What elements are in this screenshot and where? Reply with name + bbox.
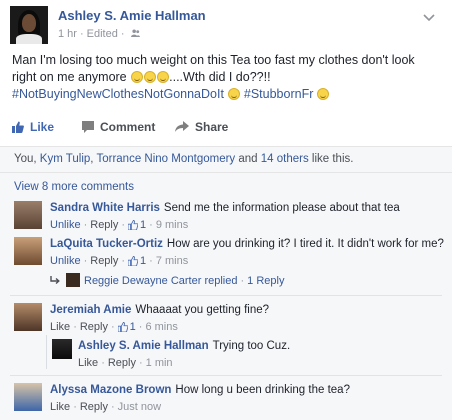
- likes-summary: You, Kym Tulip, Torrance Nino Montgomery…: [0, 146, 452, 172]
- post-hashtags: #NotBuyingNewClothesNotGonnaDoIt #Stubbo…: [12, 86, 442, 103]
- comment-like-count[interactable]: 1: [130, 321, 136, 333]
- commenter-name[interactable]: Sandra White Harris: [50, 202, 160, 214]
- chevron-down-icon[interactable]: [422, 12, 436, 22]
- unlike-link[interactable]: Unlike: [50, 219, 81, 231]
- emoji-grin-icon: [143, 71, 156, 83]
- comment-like-count[interactable]: 1: [140, 219, 146, 231]
- like-link[interactable]: Like: [78, 357, 98, 369]
- commenter-avatar[interactable]: [14, 303, 42, 331]
- reply-link[interactable]: Reply: [108, 357, 136, 369]
- comment-actions: Unlike · Reply · 1 · 7 mins: [50, 255, 189, 267]
- post-text-line1: Man I'm losing too much weight on this T…: [12, 53, 415, 67]
- emoji-grin-icon: [156, 71, 169, 83]
- post-header: Ashley S. Amie Hallman 1 hr · Edited ·: [10, 6, 442, 46]
- post-action-bar: Like Comment Share: [12, 120, 432, 140]
- facebook-post-card: Ashley S. Amie Hallman 1 hr · Edited · Man …: [0, 0, 452, 420]
- post-timestamp[interactable]: 1 hr: [58, 28, 77, 40]
- commenter-avatar[interactable]: [14, 383, 42, 411]
- comments-section: View 8 more comments Sandra White Harris…: [0, 172, 452, 420]
- commenter-avatar[interactable]: [52, 339, 72, 359]
- like-button[interactable]: Like: [12, 120, 54, 134]
- liker-link[interactable]: Kym Tulip: [40, 153, 91, 165]
- reply-arrow-icon: [50, 276, 60, 284]
- comment-text: How are you drinking it? I tired it. It …: [166, 238, 444, 250]
- comment-timestamp[interactable]: 7 mins: [156, 255, 188, 267]
- comment-timestamp[interactable]: 9 mins: [156, 219, 188, 231]
- comment-text: Trying too Cuz.: [212, 340, 291, 352]
- reply-link[interactable]: Reply: [90, 219, 118, 231]
- hashtag-link[interactable]: #NotBuyingNewClothesNotGonnaDoIt: [12, 87, 224, 101]
- emoji-sad-icon: [317, 88, 330, 100]
- post-body: Man I'm losing too much weight on this T…: [12, 52, 442, 103]
- thumbs-up-icon: [128, 220, 139, 230]
- reply-count: 1 Reply: [247, 275, 285, 287]
- comment-timestamp[interactable]: 6 mins: [145, 321, 177, 333]
- comment-timestamp[interactable]: Just now: [118, 401, 161, 413]
- post-text-line2: right on me anymore ....Wth did I do??!!: [12, 70, 271, 84]
- reply-thread-line: [46, 335, 47, 369]
- liker-link[interactable]: Torrance Nino Montgomery: [96, 153, 235, 165]
- comment-button[interactable]: Comment: [82, 120, 452, 134]
- reply-link[interactable]: Reply: [80, 401, 108, 413]
- post-author-name[interactable]: Ashley S. Amie Hallman: [58, 8, 206, 23]
- others-likers-link[interactable]: 14 others: [261, 153, 309, 165]
- commenter-name[interactable]: Jeremiah Amie: [50, 304, 131, 316]
- post-meta: 1 hr · Edited ·: [58, 28, 140, 40]
- like-icon: [12, 121, 24, 133]
- replier-name: Reggie Dewayne Carter: [84, 275, 202, 287]
- commenter-name[interactable]: LaQuita Tucker-Ortiz: [50, 238, 163, 250]
- unlike-link[interactable]: Unlike: [50, 255, 81, 267]
- comment-text: Send me the information please about tha…: [163, 202, 400, 214]
- author-avatar[interactable]: [10, 6, 48, 44]
- comment-actions: Like · Reply · Just now: [50, 401, 162, 413]
- emoji-sad-icon: [227, 88, 240, 100]
- comment-divider: [10, 375, 442, 376]
- share-icon: [175, 121, 189, 132]
- thumbs-up-icon: [117, 322, 128, 332]
- commenter-avatar[interactable]: [14, 237, 42, 265]
- comment-timestamp[interactable]: 1 min: [146, 357, 173, 369]
- commenter-name[interactable]: Ashley S. Amie Hallman: [78, 340, 209, 352]
- view-more-comments-link[interactable]: View 8 more comments: [14, 181, 134, 193]
- comment-like-count[interactable]: 1: [140, 255, 146, 267]
- share-button[interactable]: Share: [175, 120, 228, 134]
- comment-actions: Like · Reply · 1 min: [78, 357, 173, 369]
- reply-link[interactable]: Reply: [80, 321, 108, 333]
- replier-avatar: [66, 273, 80, 287]
- view-replies-link[interactable]: Reggie Dewayne Carter replied · 1 Reply: [50, 273, 284, 287]
- comment-actions: Unlike · Reply · 1 · 9 mins: [50, 219, 189, 231]
- comment-text: How long u been drinking the tea?: [175, 384, 350, 396]
- edited-label[interactable]: Edited: [87, 28, 118, 40]
- comment-actions: Like · Reply · 1 · 6 mins: [50, 321, 178, 333]
- comment-divider: [10, 295, 442, 296]
- comment-icon: [82, 121, 94, 133]
- like-link[interactable]: Like: [50, 401, 70, 413]
- hashtag-link[interactable]: #StubbornFr: [244, 87, 313, 101]
- emoji-grin-icon: [130, 71, 143, 83]
- like-link[interactable]: Like: [50, 321, 70, 333]
- reply-link[interactable]: Reply: [90, 255, 118, 267]
- thumbs-up-icon: [128, 256, 139, 266]
- friends-icon[interactable]: [130, 29, 140, 37]
- commenter-name[interactable]: Alyssa Mazone Brown: [50, 384, 171, 396]
- comment-text: Whaaaat you getting fine?: [135, 304, 270, 316]
- commenter-avatar[interactable]: [14, 201, 42, 229]
